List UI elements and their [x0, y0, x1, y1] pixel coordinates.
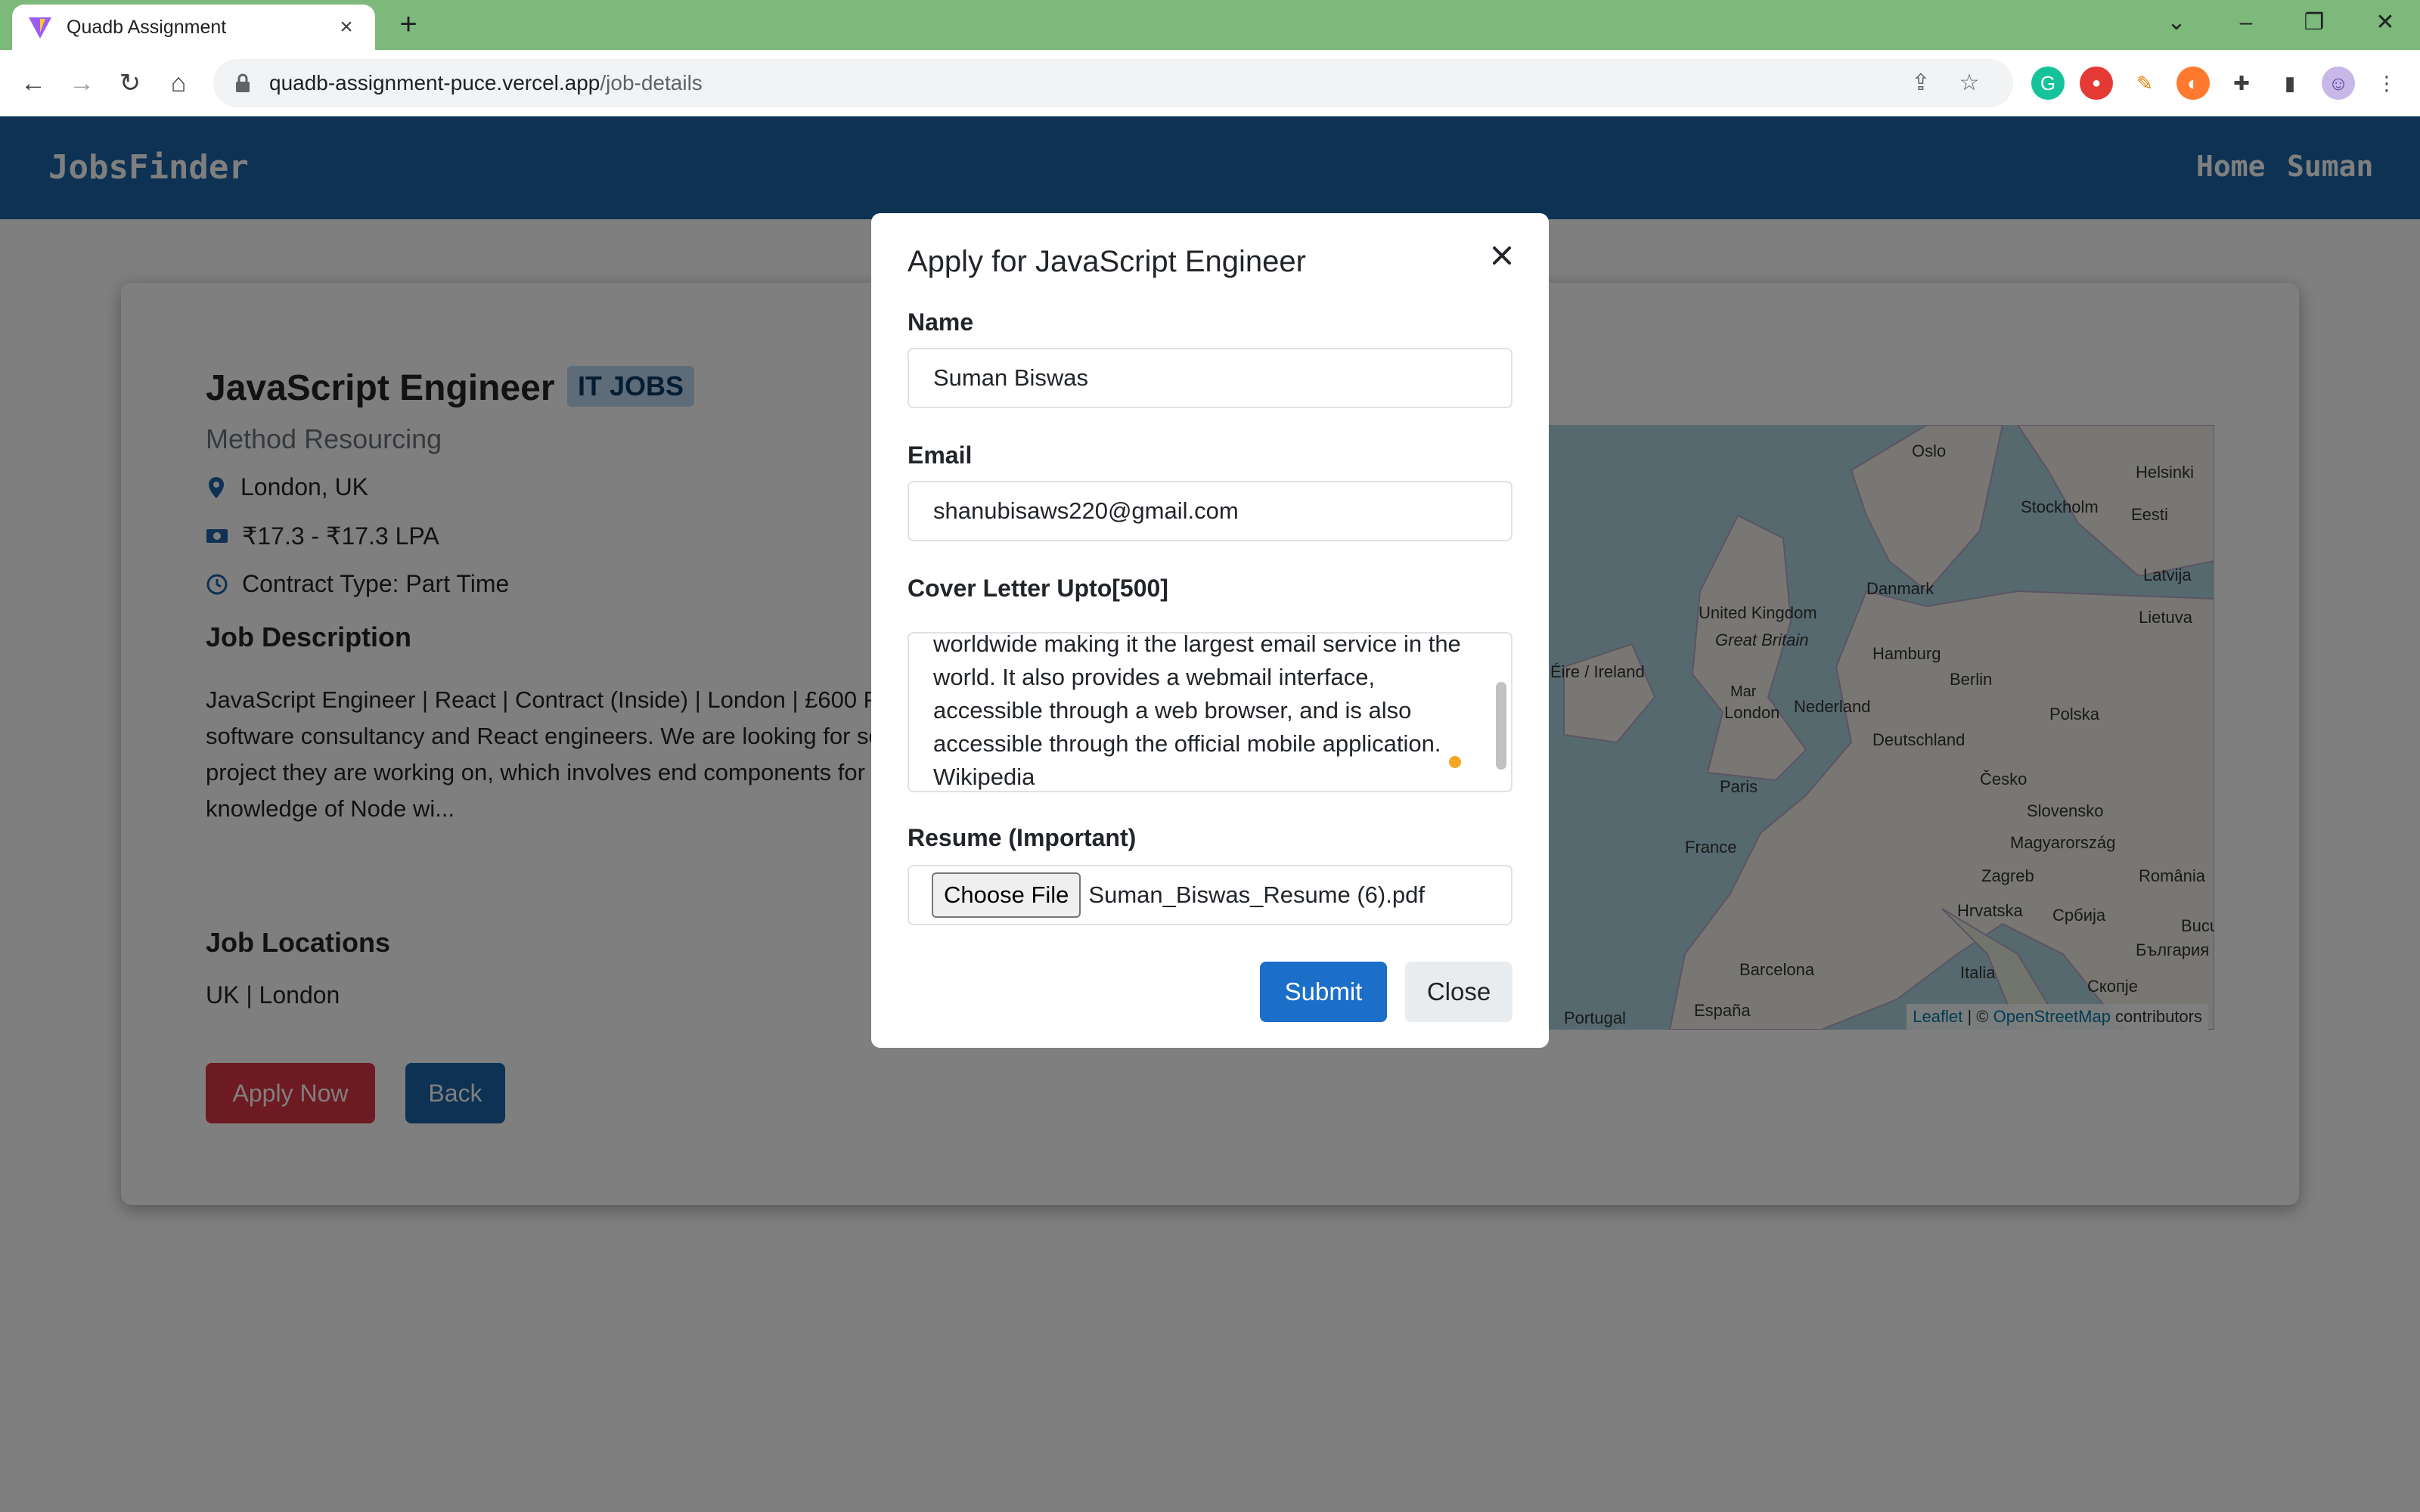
close-button[interactable]: Close: [1405, 962, 1512, 1022]
url-host: quadb-assignment-puce.vercel.app: [269, 71, 600, 94]
new-tab-plus-icon[interactable]: +: [393, 9, 424, 39]
grammarly-extension-icon[interactable]: G: [2031, 67, 2065, 100]
profile-avatar-icon[interactable]: ☺: [2322, 67, 2355, 100]
browser-tab[interactable]: Quadb Assignment ×: [12, 5, 375, 50]
resume-file-input[interactable]: Choose File Suman_Biswas_Resume (6).pdf: [908, 865, 1512, 925]
name-label: Name: [908, 308, 974, 336]
modal-title: Apply for JavaScript Engineer: [908, 245, 1306, 278]
email-input[interactable]: [908, 481, 1512, 541]
selected-file-name: Suman_Biswas_Resume (6).pdf: [1088, 881, 1425, 908]
address-bar[interactable]: quadb-assignment-puce.vercel.app/job-det…: [213, 59, 2013, 107]
tab-close-icon[interactable]: ×: [333, 14, 360, 40]
resume-label: Resume (Important): [908, 824, 1137, 851]
cover-letter-label: Cover Letter Upto[500]: [908, 575, 1168, 602]
home-icon[interactable]: ⌂: [162, 67, 195, 100]
cover-letter-scrollbar[interactable]: [1496, 682, 1506, 770]
share-icon[interactable]: ⇪: [1904, 67, 1938, 100]
extensions-puzzle-icon[interactable]: ✚: [2225, 67, 2258, 100]
modal-close-icon[interactable]: [1482, 236, 1522, 275]
orange-extension-icon[interactable]: ◐: [2176, 67, 2210, 100]
email-label: Email: [908, 442, 973, 469]
color-picker-extension-icon[interactable]: ✎: [2128, 67, 2161, 100]
back-arrow-icon[interactable]: ←: [17, 67, 50, 100]
browser-tab-strip: Quadb Assignment × + ⌄ – ❐ ✕: [0, 0, 2420, 50]
tab-title: Quadb Assignment: [67, 16, 227, 38]
page-viewport: JobsFinder Home Suman JavaScript Enginee…: [0, 116, 2420, 1512]
vite-favicon-icon: [29, 17, 51, 39]
menu-kebab-icon[interactable]: ⋮: [2370, 67, 2403, 100]
minimize-icon[interactable]: –: [2223, 8, 2269, 38]
tab-search-chevron-icon[interactable]: ⌄: [2154, 8, 2199, 38]
cover-letter-text: worldwide making it the largest email se…: [933, 632, 1461, 790]
side-panel-icon[interactable]: ▮: [2273, 67, 2307, 100]
forward-arrow-icon[interactable]: →: [65, 67, 98, 100]
browser-toolbar: ← → ↻ ⌂ quadb-assignment-puce.vercel.app…: [0, 50, 2420, 116]
url-path: /job-details: [600, 71, 703, 94]
apply-modal: Apply for JavaScript Engineer Name Email…: [871, 213, 1549, 1048]
reload-icon[interactable]: ↻: [113, 67, 147, 100]
choose-file-button[interactable]: Choose File: [932, 872, 1081, 918]
pokeball-extension-icon[interactable]: ●: [2080, 67, 2113, 100]
window-close-icon[interactable]: ✕: [2363, 8, 2408, 38]
restore-icon[interactable]: ❐: [2291, 8, 2337, 38]
name-input[interactable]: [908, 348, 1512, 408]
bookmark-star-icon[interactable]: ☆: [1953, 67, 1986, 100]
submit-button[interactable]: Submit: [1260, 962, 1387, 1022]
cover-letter-textarea[interactable]: worldwide making it the largest email se…: [908, 632, 1512, 792]
grammarly-indicator-icon[interactable]: [1449, 756, 1461, 768]
lock-icon: [236, 73, 250, 92]
